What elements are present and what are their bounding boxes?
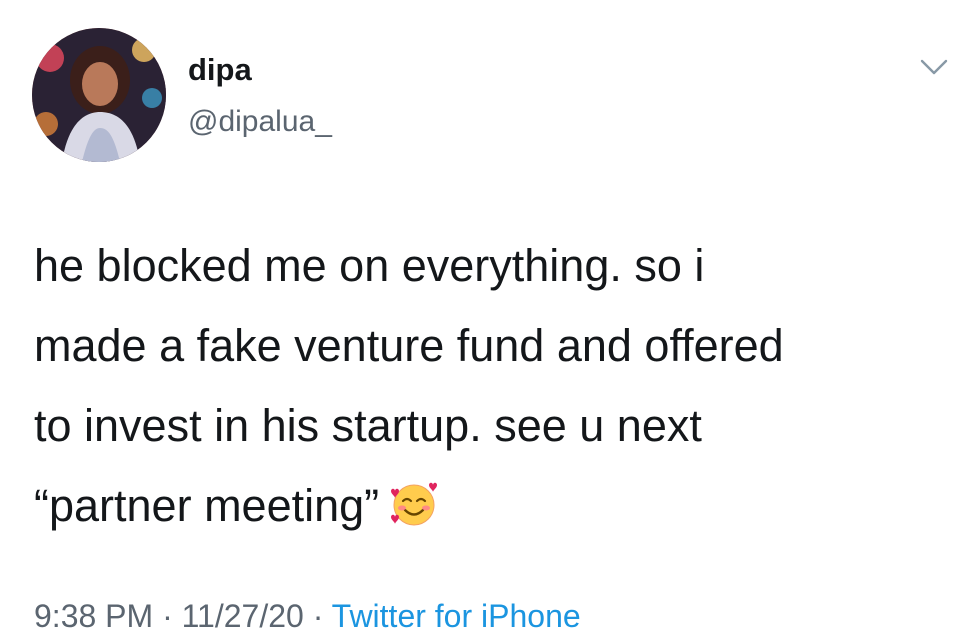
tweet-time[interactable]: 9:38 PM	[34, 598, 153, 634]
meta-separator: ·	[312, 598, 324, 634]
tweet-text-block: he blocked me on everything. so i made a…	[34, 226, 934, 546]
meta-separator: ·	[162, 598, 173, 634]
tweet-date[interactable]: 11/27/20	[182, 598, 304, 634]
smiling-face-with-hearts-emoji	[391, 482, 438, 526]
tweet-card: dipa @dipalua_ he blocked me on everythi…	[0, 0, 960, 644]
profile-photo-icon	[32, 28, 166, 162]
user-handle[interactable]: @dipalua_	[188, 104, 332, 140]
avatar[interactable]	[32, 28, 166, 162]
display-name[interactable]: dipa	[188, 52, 252, 88]
tweet-meta: 9:38 PM · 11/27/20 · Twitter for iPhone	[34, 596, 581, 636]
tweet-source-link[interactable]: Twitter for iPhone	[332, 598, 581, 634]
chevron-down-icon[interactable]	[920, 58, 948, 76]
